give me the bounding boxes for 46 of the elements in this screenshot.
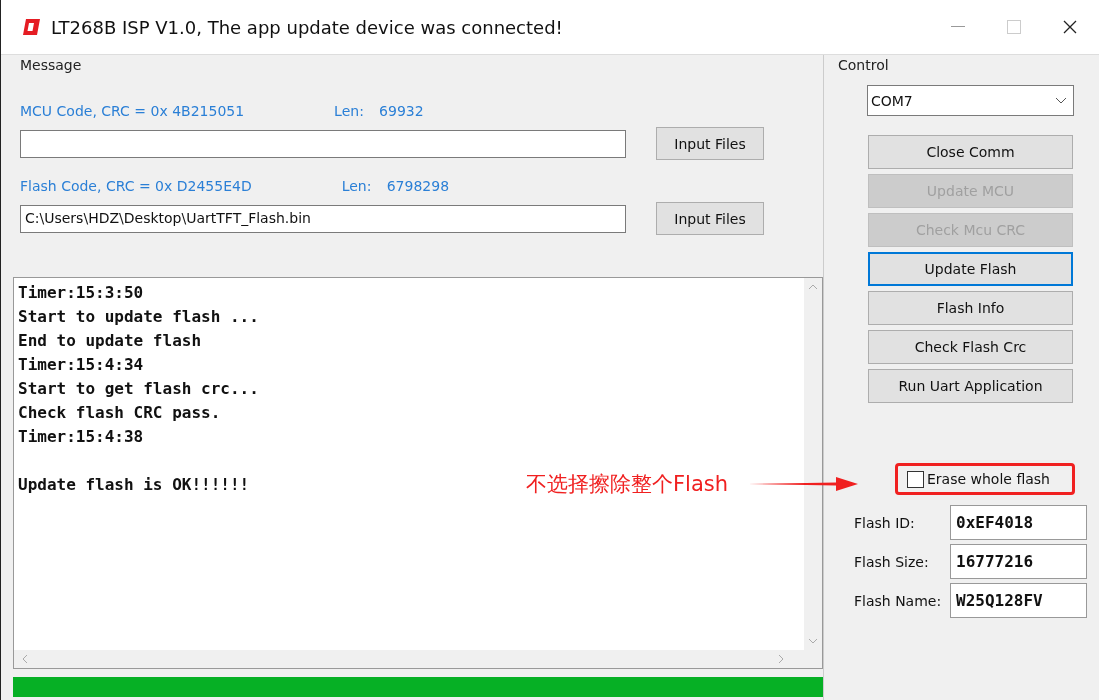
control-button[interactable]: Update Flash <box>868 252 1073 286</box>
control-button[interactable]: Close Comm <box>868 135 1073 169</box>
log-line: Start to get flash crc... <box>18 378 259 400</box>
info-field: 0xEF4018 <box>950 505 1087 540</box>
log-line: Timer:15:4:34 <box>18 354 144 376</box>
info-label: Flash Size: <box>854 553 930 570</box>
app-logo-icon <box>21 17 41 37</box>
info-label: Flash Name: <box>854 592 943 609</box>
flash-file-field[interactable]: C:\Users\HDZ\Desktop\UartTFT_Flash.bin <box>20 204 626 233</box>
log-line: End to update flash <box>18 330 202 352</box>
group-label: Control <box>838 57 890 73</box>
control-button[interactable]: Flash Info <box>868 291 1073 325</box>
len-label: Len: <box>334 103 365 119</box>
log-line: Timer:15:3:50 <box>18 282 144 304</box>
scroll-left-icon[interactable] <box>22 654 28 664</box>
input-files-button[interactable]: Input Files <box>656 127 764 160</box>
erase-checkbox[interactable]: Erase whole flash <box>895 463 1075 495</box>
window-title: LT268B ISP V1.0, The app update device was connected! <box>51 16 563 38</box>
checkbox-label: Erase whole flash <box>927 471 1050 487</box>
len-label: Len: <box>341 178 373 194</box>
control-button[interactable]: Run Uart Application <box>868 369 1073 403</box>
port-dropdown[interactable]: COM7 <box>867 85 1074 116</box>
log-line: Start to update flash ... <box>18 306 259 328</box>
checkbox-icon[interactable] <box>907 470 924 488</box>
maximize-icon[interactable] <box>1007 20 1021 34</box>
log-line: Timer:15:4:38 <box>18 426 144 448</box>
info-label: Flash ID: <box>854 514 916 531</box>
len-value: 6798298 <box>386 178 450 194</box>
scroll-down-icon[interactable] <box>808 638 818 644</box>
chevron-down-icon[interactable] <box>1055 97 1067 104</box>
minimize-icon[interactable] <box>951 26 965 28</box>
close-icon[interactable] <box>1063 20 1077 34</box>
info-field: W25Q128FV <box>950 583 1087 618</box>
scroll-right-icon[interactable] <box>778 654 784 664</box>
info-field: 16777216 <box>950 544 1087 579</box>
mcu-code-label: MCU Code, CRC = 0x 4B215051 <box>20 103 245 119</box>
log-line: Update flash is OK!!!!!! <box>18 474 250 496</box>
scroll-up-icon[interactable] <box>808 284 818 290</box>
len-value: 69932 <box>379 103 424 119</box>
group-label: Message <box>20 57 82 73</box>
control-button[interactable]: Check Flash Crc <box>868 330 1073 364</box>
flash-code-label: Flash Code, CRC = 0x D2455E4D <box>20 178 252 194</box>
input-files-button[interactable]: Input Files <box>656 202 764 235</box>
annotation-text: 不选择擦除整个Flash <box>526 471 729 498</box>
log-line: Check flash CRC pass. <box>18 402 221 424</box>
mcu-file-field[interactable] <box>20 129 626 158</box>
